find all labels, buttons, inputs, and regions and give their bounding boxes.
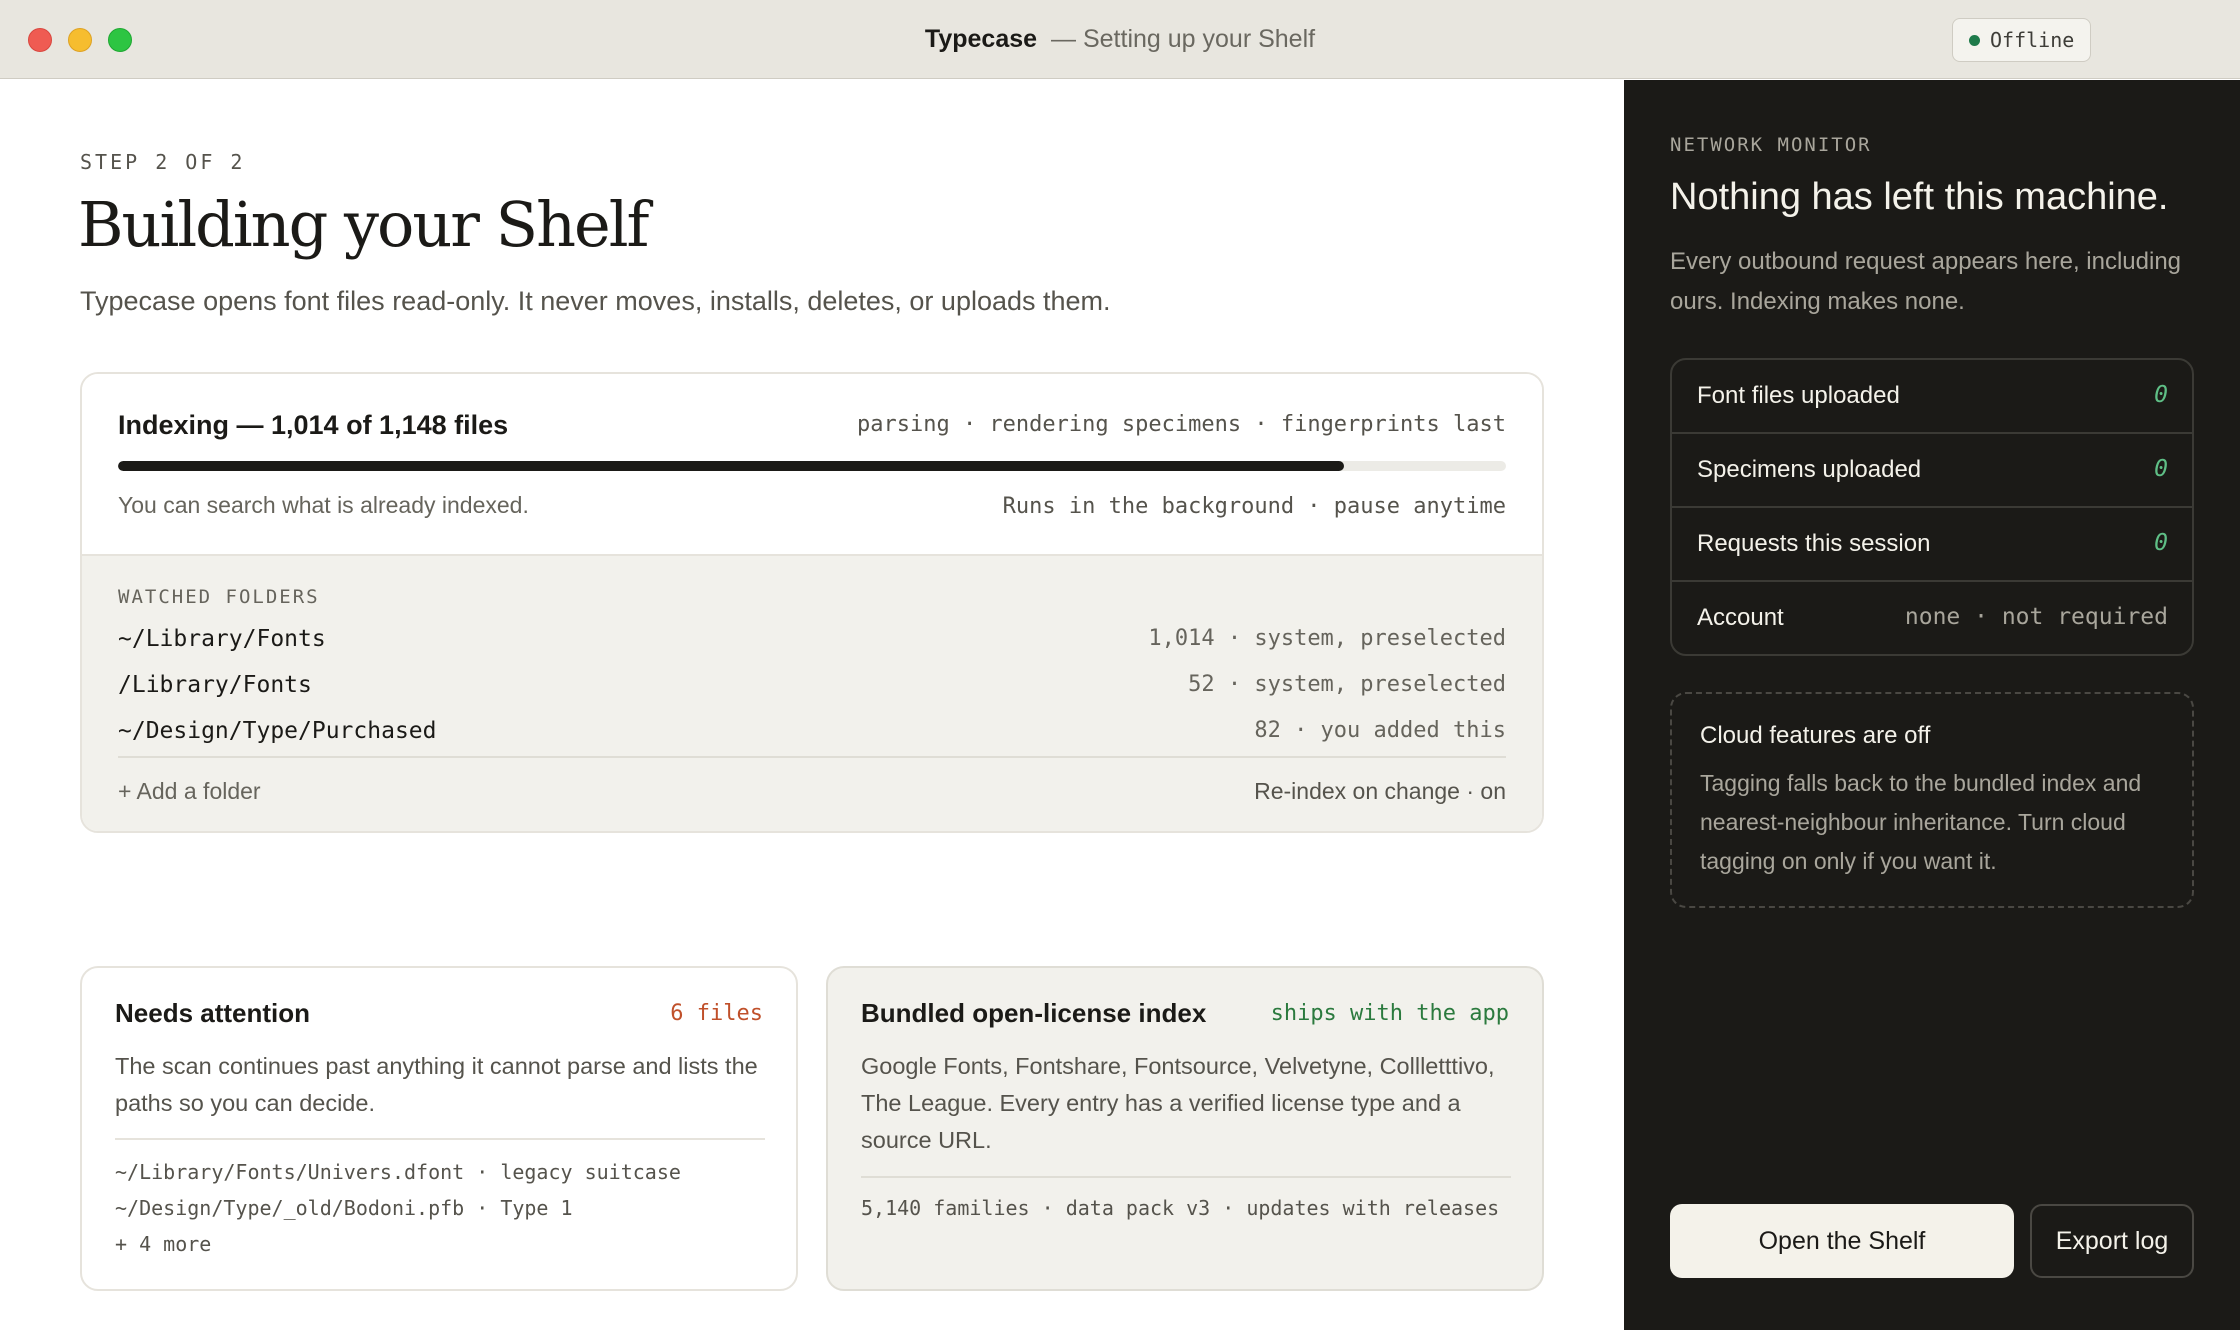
folder-meta: 1,014 · system, preselected: [1148, 626, 1506, 651]
stat-value: 0: [2154, 382, 2168, 408]
indexing-progress-fill: [118, 461, 1344, 471]
indexing-title: Indexing — 1,014 of 1,148 files: [118, 410, 509, 440]
needs-attention-card: Needs attention 6 files The scan continu…: [80, 966, 798, 1291]
page-title: Building your Shelf: [78, 188, 649, 261]
indexing-progress-section: Indexing — 1,014 of 1,148 files parsing …: [82, 374, 1542, 554]
indexing-stages: parsing · rendering specimens · fingerpr…: [856, 412, 1506, 437]
needs-attention-title: Needs attention: [115, 998, 311, 1028]
folder-path: /Library/Fonts: [118, 672, 312, 698]
network-stats-table: Font files uploaded 0 Specimens uploaded…: [1670, 358, 2194, 656]
network-monitor-description: Every outbound request appears here, inc…: [1670, 248, 2182, 315]
divider: [118, 756, 1506, 758]
needs-attention-text: The scan continues past anything it cann…: [115, 1053, 758, 1116]
step-indicator: STEP 2 OF 2: [80, 150, 246, 174]
window-title: Typecase — Setting up your Shelf: [0, 0, 2240, 79]
attention-count-badge: 6 files: [670, 1001, 763, 1026]
stat-row: Font files uploaded 0: [1672, 360, 2192, 434]
stat-row: Specimens uploaded 0: [1672, 434, 2192, 508]
network-monitor-label: NETWORK MONITOR: [1670, 134, 1872, 156]
add-folder-button[interactable]: + Add a folder: [118, 778, 261, 805]
folder-meta: 82 · you added this: [1254, 718, 1506, 743]
problem-file-item[interactable]: ~/Design/Type/_old/Bodoni.pfb · Type 1: [115, 1196, 573, 1220]
title-bar: Typecase — Setting up your Shelf Offline: [0, 0, 2240, 79]
main-content: STEP 2 OF 2 Building your Shelf Typecase…: [0, 80, 1624, 1330]
cloud-features-notice: Cloud features are off Tagging falls bac…: [1670, 692, 2194, 908]
indexing-note: You can search what is already indexed.: [118, 492, 529, 518]
offline-status-badge: Offline: [1952, 18, 2091, 62]
network-monitor-title: Nothing has left this machine.: [1670, 176, 2169, 218]
stat-value: none · not required: [1904, 604, 2168, 630]
cloud-features-text: Tagging falls back to the bundled index …: [1700, 770, 2142, 874]
open-shelf-button[interactable]: Open the Shelf: [1670, 1204, 2014, 1278]
window-subtitle: — Setting up your Shelf: [1051, 25, 1316, 53]
bundled-index-card: Bundled open-license index ships with th…: [826, 966, 1544, 1291]
indexing-progress-bar: [118, 461, 1506, 471]
problem-file-item[interactable]: ~/Library/Fonts/Univers.dfont · legacy s…: [115, 1160, 681, 1184]
watched-folder-row[interactable]: /Library/Fonts 52 · system, preselected: [118, 672, 1506, 706]
stat-label: Requests this session: [1697, 530, 1931, 557]
app-name: Typecase: [924, 25, 1038, 53]
indexing-card: Indexing — 1,014 of 1,148 files parsing …: [80, 372, 1544, 833]
reindex-toggle[interactable]: Re-index on change · on: [1254, 778, 1506, 805]
folder-meta: 52 · system, preselected: [1188, 672, 1506, 697]
divider: [115, 1138, 765, 1140]
bundled-index-footer: 5,140 families · data pack v3 · updates …: [861, 1196, 1500, 1220]
stat-value: 0: [2154, 456, 2168, 482]
watched-folder-row[interactable]: ~/Design/Type/Purchased 82 · you added t…: [118, 718, 1506, 752]
watched-folders-section: WATCHED FOLDERS ~/Library/Fonts 1,014 · …: [82, 554, 1542, 831]
background-note[interactable]: Runs in the background · pause anytime: [1003, 494, 1506, 519]
offline-label: Offline: [1990, 28, 2075, 52]
show-more-link[interactable]: + 4 more: [115, 1232, 211, 1256]
stat-label: Specimens uploaded: [1697, 456, 1922, 483]
bundled-index-title: Bundled open-license index: [861, 998, 1207, 1028]
app-window: Typecase — Setting up your Shelf Offline…: [0, 0, 2240, 1330]
divider: [861, 1176, 1511, 1178]
network-monitor-panel: NETWORK MONITOR Nothing has left this ma…: [1624, 80, 2240, 1330]
export-log-button[interactable]: Export log: [2030, 1204, 2194, 1278]
watched-folder-row[interactable]: ~/Library/Fonts 1,014 · system, preselec…: [118, 626, 1506, 660]
folder-path: ~/Library/Fonts: [118, 626, 326, 652]
cloud-features-title: Cloud features are off: [1700, 722, 1931, 749]
stat-label: Account: [1697, 604, 1784, 631]
stat-label: Font files uploaded: [1697, 382, 1900, 409]
folder-path: ~/Design/Type/Purchased: [118, 718, 437, 744]
stat-row: Requests this session 0: [1672, 508, 2192, 582]
ships-with-app-badge: ships with the app: [1270, 1001, 1509, 1026]
stat-row: Account none · not required: [1672, 582, 2192, 654]
page-description: Typecase opens font files read-only. It …: [80, 286, 1111, 316]
stat-value: 0: [2154, 530, 2168, 556]
watched-folders-label: WATCHED FOLDERS: [118, 586, 320, 608]
bundled-index-text: Google Fonts, Fontshare, Fontsource, Vel…: [861, 1053, 1495, 1153]
status-dot-icon: [1969, 34, 1980, 46]
